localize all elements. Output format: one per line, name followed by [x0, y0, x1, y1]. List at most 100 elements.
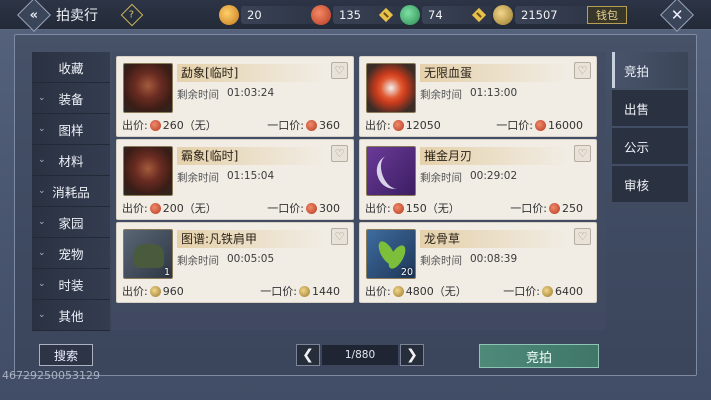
listing-card[interactable]: 勐象[临时] ♡ 剩余时间 01:03:24 出价: 260（无） 一口价: 36…	[116, 56, 354, 137]
buyout-price: 16000	[548, 118, 583, 132]
favorite-button[interactable]: ♡	[331, 228, 348, 245]
sidebar-item-label: 家园	[58, 215, 84, 231]
top-bar: « 拍卖行 ? 20 135 + 74 + 21507 钱包 ✕	[0, 0, 711, 32]
sidebar-item-label: 其他	[58, 308, 84, 324]
sidebar-item-label: 时装	[58, 277, 84, 293]
favorite-button[interactable]: ♡	[574, 228, 591, 245]
sidebar-item-label: 宠物	[58, 246, 84, 262]
sidebar-item-patterns[interactable]: ⌄ 图样	[32, 114, 110, 145]
item-name: 勐象[临时]	[177, 64, 327, 82]
item-thumbnail	[366, 146, 416, 196]
chevron-down-icon: ⌄	[38, 217, 46, 227]
favorite-button[interactable]: ♡	[331, 62, 348, 79]
buyout-price: 1440	[312, 284, 340, 298]
wallet-button[interactable]: 钱包	[587, 6, 627, 24]
mode-tabs: 竞拍 出售 公示 审核	[612, 52, 688, 202]
sidebar-item-materials[interactable]: ⌄ 材料	[32, 145, 110, 176]
buyout-label: 一口价:	[503, 285, 540, 298]
listing-card[interactable]: 摧金月刃 ♡ 剩余时间 00:29:02 出价: 150（无） 一口价: 250	[359, 139, 597, 220]
back-button[interactable]: «	[17, 0, 51, 32]
close-button[interactable]: ✕	[660, 0, 694, 32]
heart-icon: ♡	[334, 147, 345, 160]
item-quantity: 20	[400, 267, 413, 278]
shoulder-armor-icon	[134, 244, 164, 268]
buyout-label: 一口价:	[267, 119, 304, 132]
item-thumbnail: 20	[366, 229, 416, 279]
user-id: 46729250053129	[2, 369, 100, 382]
sidebar-item-consumables[interactable]: ⌄ 消耗品	[32, 176, 110, 207]
price-row: 出价: 260（无） 一口价: 360	[122, 117, 348, 133]
chevron-down-icon: ⌄	[38, 186, 46, 196]
bid-label: 出价:	[365, 202, 391, 215]
sidebar-item-label: 材料	[58, 153, 84, 169]
bid-price: 12050	[405, 118, 441, 132]
search-button[interactable]: 搜索	[39, 344, 93, 366]
sidebar-item-label: 消耗品	[52, 184, 90, 200]
time-remaining: 01:03:24	[227, 87, 275, 99]
item-thumbnail	[366, 63, 416, 113]
sidebar-item-other[interactable]: ⌄ 其他	[32, 300, 110, 331]
red-coin-icon	[549, 202, 560, 214]
buyout-price: 250	[562, 201, 583, 215]
heart-icon: ♡	[577, 230, 588, 243]
red-coin-icon	[535, 119, 546, 131]
time-remaining: 00:29:02	[470, 170, 518, 182]
jade-coin-icon	[400, 5, 420, 25]
resource-value: 21507	[515, 6, 595, 24]
listing-card[interactable]: 20 龙骨草 ♡ 剩余时间 00:08:39 出价: 4800（无） 一口价: 6…	[359, 222, 597, 303]
gold-leaf-icon	[493, 5, 513, 25]
tab-review[interactable]: 审核	[612, 166, 688, 202]
help-button[interactable]: ?	[120, 3, 144, 27]
tab-sell[interactable]: 出售	[612, 90, 688, 126]
favorite-button[interactable]: ♡	[574, 62, 591, 79]
gold-leaf-icon	[542, 285, 553, 297]
sidebar-item-equipment[interactable]: ⌄ 装备	[32, 83, 110, 114]
gold-ingot-icon	[219, 5, 239, 25]
sidebar-item-fashion[interactable]: ⌄ 时装	[32, 269, 110, 300]
buyout-price: 360	[319, 118, 340, 132]
item-thumbnail: 1	[123, 229, 173, 279]
chevron-down-icon: ⌄	[38, 279, 46, 289]
sidebar-item-favorites[interactable]: 收藏	[32, 52, 110, 83]
next-page-button[interactable]: ❯	[400, 344, 424, 366]
bid-label: 出价:	[122, 285, 148, 298]
buyout-label: 一口价:	[510, 202, 547, 215]
gold-leaf-icon	[299, 285, 310, 297]
favorite-button[interactable]: ♡	[574, 145, 591, 162]
prev-page-button[interactable]: ❮	[296, 344, 320, 366]
time-label: 剩余时间	[177, 172, 219, 184]
gold-leaf-icon	[392, 285, 404, 297]
price-row: 出价: 200（无） 一口价: 300	[122, 200, 348, 216]
buyout-label: 一口价:	[260, 285, 297, 298]
sidebar-item-pets[interactable]: ⌄ 宠物	[32, 238, 110, 269]
sidebar-item-label: 装备	[58, 91, 84, 107]
listing-card[interactable]: 无限血蛋 ♡ 剩余时间 01:13:00 出价: 12050 一口价: 16000	[359, 56, 597, 137]
page-indicator: 1/880	[322, 345, 398, 365]
bid-label: 出价:	[365, 285, 391, 298]
chevron-down-icon: ⌄	[38, 248, 46, 258]
bid-price: 960	[162, 284, 184, 298]
category-sidebar: 收藏 ⌄ 装备 ⌄ 图样 ⌄ 材料 ⌄ 消耗品 ⌄ 家园 ⌄ 宠物 ⌄ 时装 ⌄ 其他	[32, 52, 110, 331]
listing-card[interactable]: 霸象[临时] ♡ 剩余时间 01:15:04 出价: 200（无） 一口价: 30…	[116, 139, 354, 220]
time-remaining: 00:08:39	[470, 253, 518, 265]
favorite-button[interactable]: ♡	[331, 145, 348, 162]
pagination: ❮ 1/880 ❯	[296, 344, 424, 366]
heart-icon: ♡	[577, 64, 588, 77]
auction-button[interactable]: 竞拍	[479, 344, 599, 368]
listing-card[interactable]: 1 图谱:凡铁肩甲 ♡ 剩余时间 00:05:05 出价: 960 一口价: 14…	[116, 222, 354, 303]
chevron-right-icon: ❯	[406, 347, 418, 363]
tab-auction[interactable]: 竞拍	[612, 52, 688, 88]
tab-public[interactable]: 公示	[612, 128, 688, 164]
heart-icon: ♡	[577, 147, 588, 160]
bid-price: 260（无）	[162, 119, 217, 132]
bid-price: 150（无）	[405, 202, 460, 215]
item-thumbnail	[123, 146, 173, 196]
time-label: 剩余时间	[420, 89, 462, 101]
bid-price: 4800（无）	[405, 285, 467, 298]
sidebar-item-home[interactable]: ⌄ 家园	[32, 207, 110, 238]
item-name: 霸象[临时]	[177, 147, 327, 165]
blade-icon	[372, 150, 412, 194]
chevron-down-icon: ⌄	[38, 93, 46, 103]
sidebar-item-label: 收藏	[58, 60, 84, 76]
resource-gold-leaf: 21507	[493, 5, 595, 25]
